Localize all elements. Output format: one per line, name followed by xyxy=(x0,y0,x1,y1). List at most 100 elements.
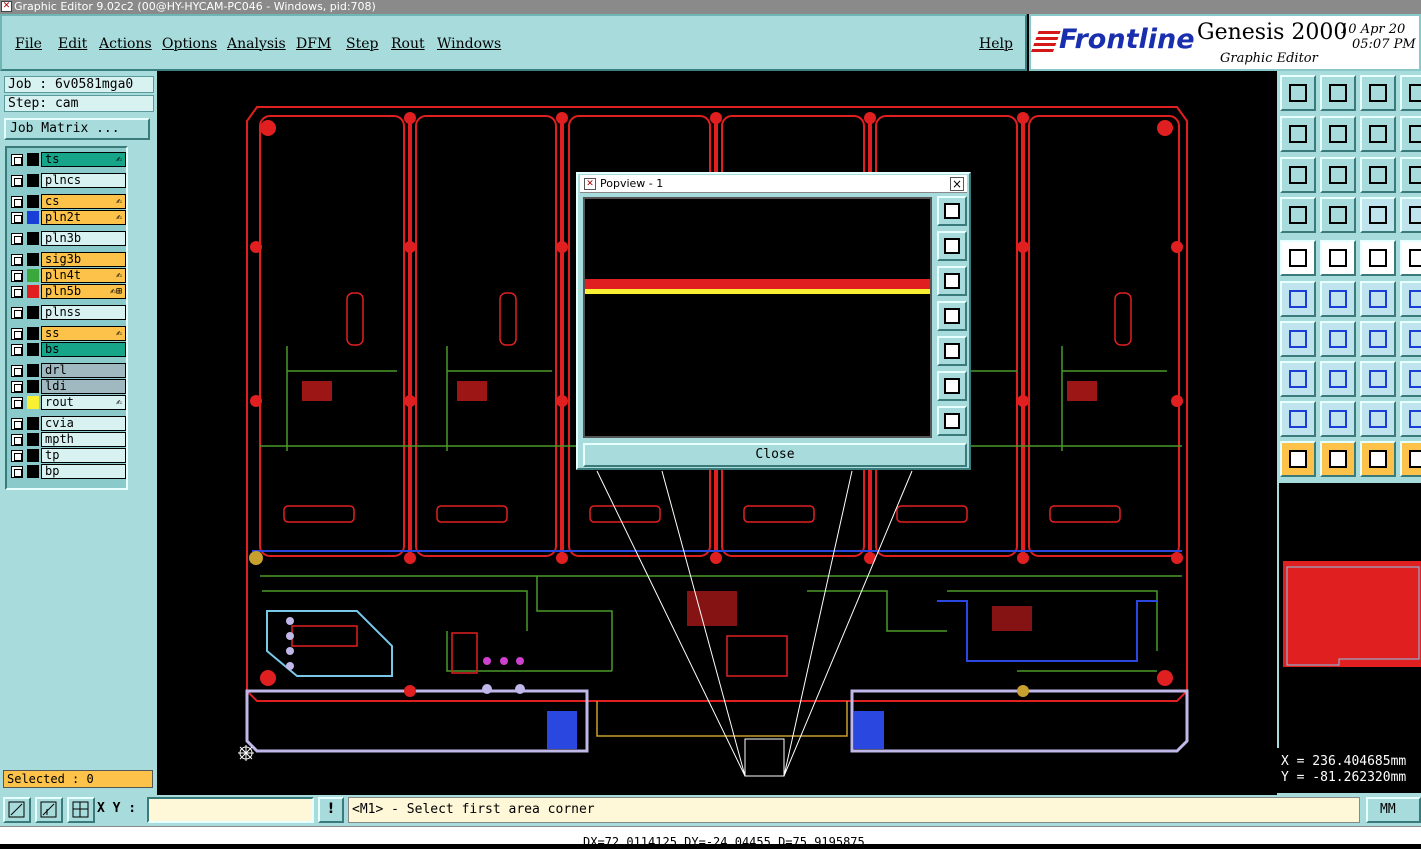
layer-color-swatch[interactable] xyxy=(27,153,39,166)
tool-button-1-0[interactable] xyxy=(1280,116,1316,152)
layer-checkbox[interactable] xyxy=(11,212,23,224)
layer-color-swatch[interactable] xyxy=(27,396,39,409)
layer-checkbox[interactable] xyxy=(11,344,23,356)
layer-checkbox[interactable] xyxy=(11,233,23,245)
menu-rout[interactable]: Rout xyxy=(391,36,425,52)
popview-zoom-out-button[interactable] xyxy=(937,406,967,436)
popview-zoom-in-button[interactable] xyxy=(937,371,967,401)
layer-checkbox[interactable] xyxy=(11,381,23,393)
layer-checkbox[interactable] xyxy=(11,175,23,187)
layer-color-swatch[interactable] xyxy=(27,269,39,282)
popview-close-icon[interactable]: × xyxy=(950,177,964,191)
layer-checkbox[interactable] xyxy=(11,397,23,409)
layer-checkbox[interactable] xyxy=(11,418,23,430)
layer-row-ldi[interactable]: ldi xyxy=(9,379,126,394)
tool-button-7-2[interactable] xyxy=(1360,361,1396,397)
tool-button-2-1[interactable] xyxy=(1320,157,1356,193)
job-matrix-button[interactable]: Job Matrix ... xyxy=(4,118,150,140)
tool-button-1-1[interactable] xyxy=(1320,116,1356,152)
tool-button-8-0[interactable] xyxy=(1280,401,1316,437)
layer-color-swatch[interactable] xyxy=(27,253,39,266)
tool-button-3-2[interactable] xyxy=(1360,197,1396,233)
layer-row-tp[interactable]: tp xyxy=(9,448,126,463)
layer-row-ts[interactable]: ts ✍ xyxy=(9,152,126,167)
menu-windows[interactable]: Windows xyxy=(437,36,501,52)
menu-edit[interactable]: Edit xyxy=(58,36,87,52)
layer-name[interactable]: mpth xyxy=(41,432,126,447)
tool-button-9-2[interactable] xyxy=(1360,441,1396,477)
layer-color-swatch[interactable] xyxy=(27,327,39,340)
tool-button-8-2[interactable] xyxy=(1360,401,1396,437)
layer-color-swatch[interactable] xyxy=(27,449,39,462)
xy-input[interactable] xyxy=(147,797,314,823)
layer-checkbox[interactable] xyxy=(11,434,23,446)
tool-button-0-0[interactable] xyxy=(1280,75,1316,111)
layer-name[interactable]: pln2t ✍ xyxy=(41,210,126,225)
tool-button-6-2[interactable] xyxy=(1360,321,1396,357)
layer-color-swatch[interactable] xyxy=(27,380,39,393)
layer-color-swatch[interactable] xyxy=(27,417,39,430)
layer-color-swatch[interactable] xyxy=(27,306,39,319)
menu-options[interactable]: Options xyxy=(162,36,217,52)
layer-name[interactable]: ldi xyxy=(41,379,126,394)
popview-pan-up-button[interactable] xyxy=(937,231,967,261)
layer-name[interactable]: cvia xyxy=(41,416,126,431)
layer-row-cs[interactable]: cs ✍ xyxy=(9,194,126,209)
layer-row-pln4t[interactable]: pln4t ✍ xyxy=(9,268,126,283)
layer-checkbox[interactable] xyxy=(11,254,23,266)
layer-name[interactable]: ts ✍ xyxy=(41,152,126,167)
layer-checkbox[interactable] xyxy=(11,450,23,462)
tool-button-8-1[interactable] xyxy=(1320,401,1356,437)
layer-row-cvia[interactable]: cvia xyxy=(9,416,126,431)
layer-row-rout[interactable]: rout ✍ xyxy=(9,395,126,410)
tool-button-5-3[interactable] xyxy=(1400,281,1421,317)
tool-button-2-2[interactable] xyxy=(1360,157,1396,193)
layer-color-swatch[interactable] xyxy=(27,232,39,245)
tool-button-9-3[interactable] xyxy=(1400,441,1421,477)
layer-row-drl[interactable]: drl xyxy=(9,363,126,378)
layer-name[interactable]: plnss xyxy=(41,305,126,320)
tool-button-5-1[interactable] xyxy=(1320,281,1356,317)
menu-analysis[interactable]: Analysis xyxy=(227,36,286,52)
layer-checkbox[interactable] xyxy=(11,154,23,166)
layer-row-plnss[interactable]: plnss xyxy=(9,305,126,320)
tool-button-7-0[interactable] xyxy=(1280,361,1316,397)
layer-row-plncs[interactable]: plncs xyxy=(9,173,126,188)
layer-checkbox[interactable] xyxy=(11,307,23,319)
layer-name[interactable]: sig3b xyxy=(41,252,126,267)
layer-name[interactable]: rout ✍ xyxy=(41,395,126,410)
layer-checkbox[interactable] xyxy=(11,466,23,478)
tool-button-2-3[interactable] xyxy=(1400,157,1421,193)
layer-color-swatch[interactable] xyxy=(27,465,39,478)
layer-row-sig3b[interactable]: sig3b xyxy=(9,252,126,267)
layer-name[interactable]: pln4t ✍ xyxy=(41,268,126,283)
layer-checkbox[interactable] xyxy=(11,286,23,298)
menu-help[interactable]: Help xyxy=(979,36,1013,52)
layer-name[interactable]: plncs xyxy=(41,173,126,188)
units-button[interactable]: MM xyxy=(1366,797,1421,823)
tool-button-9-0[interactable] xyxy=(1280,441,1316,477)
popview-zoom-window-button[interactable] xyxy=(937,196,967,226)
layer-checkbox[interactable] xyxy=(11,270,23,282)
tool-button-1-2[interactable] xyxy=(1360,116,1396,152)
layer-checkbox[interactable] xyxy=(11,365,23,377)
tool-button-4-2[interactable] xyxy=(1360,240,1396,276)
layer-color-swatch[interactable] xyxy=(27,195,39,208)
tool-button-8-3[interactable] xyxy=(1400,401,1421,437)
layer-name[interactable]: pln5b ✍⊞ xyxy=(41,284,126,299)
menu-dfm[interactable]: DFM xyxy=(296,36,331,52)
layer-color-swatch[interactable] xyxy=(27,285,39,298)
layer-checkbox[interactable] xyxy=(11,196,23,208)
popview-close-button[interactable]: Close xyxy=(583,443,967,467)
tool-button-6-3[interactable] xyxy=(1400,321,1421,357)
menu-step[interactable]: Step xyxy=(346,36,378,52)
tool-button-6-1[interactable] xyxy=(1320,321,1356,357)
tool-button-1-3[interactable] xyxy=(1400,116,1421,152)
tool-button-7-1[interactable] xyxy=(1320,361,1356,397)
layer-color-swatch[interactable] xyxy=(27,343,39,356)
tool-button-9-1[interactable] xyxy=(1320,441,1356,477)
tool-button-3-1[interactable] xyxy=(1320,197,1356,233)
menu-actions[interactable]: Actions xyxy=(99,36,152,52)
tool-button-5-2[interactable] xyxy=(1360,281,1396,317)
alert-icon[interactable]: ! xyxy=(318,797,344,823)
